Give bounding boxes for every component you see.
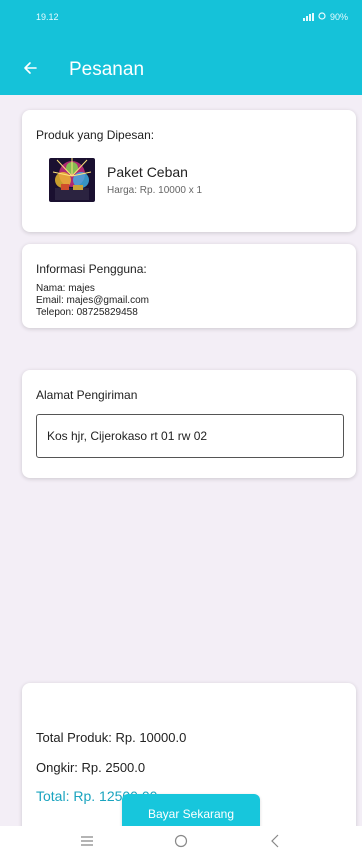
menu-icon[interactable] xyxy=(67,829,107,853)
address-card: Alamat Pengiriman xyxy=(22,370,356,478)
user-name: Nama: majes xyxy=(36,283,95,294)
product-price: Harga: Rp. 10000 x 1 xyxy=(107,185,203,196)
product-card: Produk yang Dipesan: Paket Ceban Harga: … xyxy=(22,110,356,232)
ongkir: Ongkir: Rp. 2500.0 xyxy=(36,760,146,775)
status-bar: 19.12 90% xyxy=(0,0,362,34)
user-info-card: Informasi Pengguna: Nama: majes Email: m… xyxy=(22,244,356,328)
product-row: Paket Ceban Harga: Rp. 10000 x 1 xyxy=(49,158,342,202)
back-button[interactable] xyxy=(22,50,66,90)
user-details: Nama: majes Email: majes@gmail.com Telep… xyxy=(36,283,342,319)
product-card-title: Produk yang Dipesan: xyxy=(36,128,155,142)
user-email: Email: majes@gmail.com xyxy=(36,295,149,306)
product-image xyxy=(49,158,95,202)
user-card-title: Informasi Pengguna: xyxy=(36,262,147,276)
signal-icon xyxy=(302,13,314,21)
address-card-title: Alamat Pengiriman xyxy=(36,388,138,402)
arrow-left-icon xyxy=(22,60,38,81)
app-bar: 19.12 90% Pesanan xyxy=(0,0,362,95)
total-produk: Total Produk: Rp. 10000.0 xyxy=(36,730,187,745)
system-nav-bar xyxy=(0,826,362,855)
product-name: Paket Ceban xyxy=(107,164,188,180)
toolbar: Pesanan xyxy=(0,50,362,90)
page-title: Pesanan xyxy=(69,59,145,80)
status-time: 19.12 xyxy=(36,12,59,22)
user-phone: Telepon: 08725829458 xyxy=(36,307,138,318)
status-right: 90% xyxy=(302,12,348,22)
home-icon[interactable] xyxy=(161,829,201,853)
battery-icon xyxy=(318,12,326,22)
battery-percent: 90% xyxy=(329,12,348,22)
back-chevron-icon[interactable] xyxy=(255,829,295,853)
product-info: Paket Ceban Harga: Rp. 10000 x 1 xyxy=(107,164,202,196)
address-input[interactable] xyxy=(36,414,344,458)
